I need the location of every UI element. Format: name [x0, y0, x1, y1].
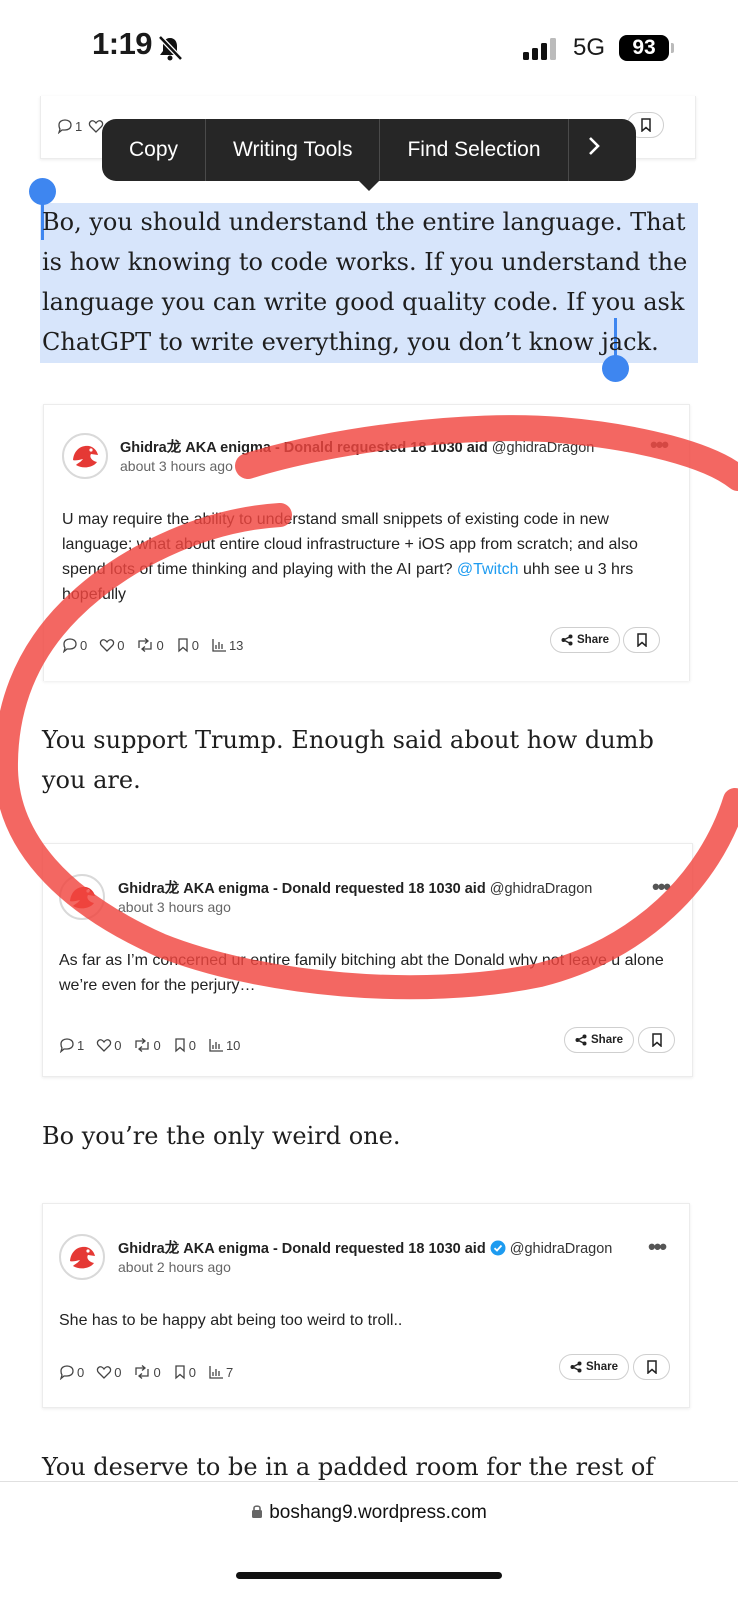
text-selection-menu: Copy Writing Tools Find Selection [102, 119, 636, 181]
tweet-timestamp[interactable]: about 3 hours ago [120, 458, 233, 474]
verified-badge-icon [490, 1240, 506, 1256]
tweet-stats: 0 0 0 0 7 [59, 1364, 233, 1380]
dragon-avatar-icon [63, 1238, 101, 1276]
views-chart-icon [212, 639, 226, 652]
browser-url-bar[interactable] [0, 1481, 738, 1601]
tweet-author[interactable]: Ghidra龙 AKA enigma - Donald requested 18… [120, 436, 594, 457]
tweet-timestamp[interactable]: about 2 hours ago [118, 1259, 231, 1275]
reply-icon [59, 1038, 74, 1053]
avatar[interactable] [59, 874, 105, 920]
like-icon [96, 1366, 112, 1379]
retweet-stat[interactable]: 0 [133, 1364, 161, 1380]
more-options-icon[interactable]: ••• [652, 874, 671, 900]
dragon-avatar-icon [63, 878, 101, 916]
tweet-body: She has to be happy abt being too weird … [59, 1312, 403, 1329]
copy-menu-item[interactable]: Copy [102, 119, 207, 181]
tweet-timestamp[interactable]: about 3 hours ago [118, 899, 231, 915]
chevron-right-icon [588, 137, 600, 155]
bookmark-icon [636, 633, 647, 647]
author-handle: @ghidraDragon [489, 881, 593, 897]
reply-icon [57, 119, 72, 134]
bookmark-icon [640, 118, 651, 132]
reply-icon [59, 1365, 74, 1380]
cellular-signal-icon [523, 38, 563, 65]
bookmark-stat[interactable]: 0 [173, 1037, 196, 1053]
author-name: Ghidra龙 AKA enigma - Donald requested 18… [118, 881, 486, 897]
tweet-stats: 1 0 0 0 10 [59, 1037, 240, 1053]
retweet-icon [138, 638, 153, 652]
reply-stat[interactable]: 0 [62, 637, 87, 653]
mention-link[interactable]: @Twitch [457, 561, 519, 578]
dragon-avatar-icon [66, 437, 104, 475]
tweet-stats: 0 0 0 0 13 [62, 637, 243, 653]
retweet-icon [135, 1365, 150, 1379]
avatar[interactable] [59, 1234, 105, 1280]
tweet-author[interactable]: Ghidra龙 AKA enigma - Donald requested 18… [118, 877, 592, 898]
retweet-stat[interactable]: 0 [133, 1037, 161, 1053]
status-time: 1:19 [92, 26, 153, 61]
share-button[interactable]: Share [550, 627, 620, 653]
retweet-icon [135, 1038, 150, 1052]
like-stat[interactable]: 0 [96, 1364, 121, 1380]
post-paragraph-selected[interactable]: Bo, you should understand the entire lan… [42, 202, 702, 362]
reply-stat: 1 [57, 118, 104, 134]
embedded-tweet-card: Ghidra龙 AKA enigma - Donald requested 18… [42, 843, 693, 1077]
network-type: 5G [573, 34, 606, 61]
embedded-tweet-card: Ghidra龙 AKA enigma - Donald requested 18… [42, 1203, 690, 1408]
author-handle: @ghidraDragon [491, 440, 595, 456]
embedded-tweet-card: Ghidra龙 AKA enigma - Donald requested 18… [43, 404, 690, 681]
tweet-author[interactable]: Ghidra龙 AKA enigma - Donald requested 18… [118, 1237, 612, 1258]
like-stat[interactable]: 0 [96, 1037, 121, 1053]
reply-stat[interactable]: 1 [59, 1037, 84, 1053]
bookmark-icon [175, 1365, 185, 1380]
battery-level: 93 [619, 35, 669, 61]
bookmark-button[interactable] [638, 1027, 675, 1053]
views-chart-icon [209, 1039, 223, 1052]
tweet-body: U may require the ability to understand … [62, 511, 638, 603]
retweet-stat[interactable]: 0 [136, 637, 164, 653]
share-icon [575, 1034, 587, 1046]
like-icon [99, 639, 115, 652]
bookmark-button[interactable] [633, 1354, 670, 1380]
bookmark-icon [646, 1360, 657, 1374]
more-options-button[interactable] [569, 119, 619, 181]
bookmark-stat[interactable]: 0 [176, 637, 199, 653]
more-options-icon[interactable]: ••• [650, 432, 669, 458]
author-name: Ghidra龙 AKA enigma - Donald requested 18… [118, 1241, 486, 1257]
reply-stat[interactable]: 0 [59, 1364, 84, 1380]
silent-bell-icon [157, 35, 183, 66]
bookmark-icon [175, 1038, 185, 1053]
battery-cap [671, 43, 674, 53]
author-name: Ghidra龙 AKA enigma - Donald requested 18… [120, 440, 488, 456]
home-indicator[interactable] [236, 1572, 502, 1579]
post-paragraph: You support Trump. Enough said about how… [42, 726, 654, 794]
share-icon [561, 634, 573, 646]
like-icon [96, 1039, 112, 1052]
bookmark-button[interactable] [623, 627, 660, 653]
author-handle: @ghidraDragon [509, 1241, 613, 1257]
avatar[interactable] [62, 433, 108, 479]
views-stat[interactable]: 7 [208, 1364, 233, 1380]
reply-icon [62, 638, 77, 653]
views-stat[interactable]: 13 [211, 637, 243, 653]
tweet-body: As far as I’m concerned ur entire family… [59, 952, 664, 994]
bookmark-icon [651, 1033, 662, 1047]
writing-tools-menu-item[interactable]: Writing Tools [206, 119, 381, 181]
bookmark-icon [178, 638, 188, 653]
like-stat[interactable]: 0 [99, 637, 124, 653]
find-selection-menu-item[interactable]: Find Selection [380, 119, 569, 181]
bookmark-stat[interactable]: 0 [173, 1364, 196, 1380]
share-icon [570, 1361, 582, 1373]
views-stat[interactable]: 10 [208, 1037, 240, 1053]
lock-icon [252, 1505, 263, 1518]
url-address[interactable]: boshang9.wordpress.com [0, 1502, 738, 1524]
menu-pointer [358, 180, 380, 191]
share-button[interactable]: Share [559, 1354, 629, 1380]
post-paragraph: Bo you’re the only weird one. [42, 1122, 401, 1150]
share-button[interactable]: Share [564, 1027, 634, 1053]
views-chart-icon [209, 1366, 223, 1379]
more-options-icon[interactable]: ••• [648, 1234, 667, 1260]
